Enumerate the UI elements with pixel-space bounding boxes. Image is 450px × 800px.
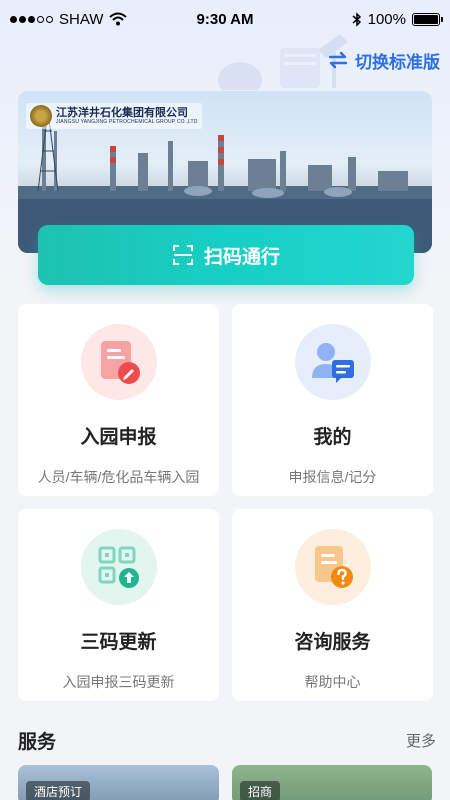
company-name-cn: 江苏洋井石化集团有限公司 [56,106,188,119]
company-logo: 江苏洋井石化集团有限公司 JIANGSU YANGJING PETROCHEMI… [26,103,202,129]
help-document-icon [314,546,353,588]
card-title: 我的 [313,427,352,448]
service-tag: 酒店预订 [26,781,91,800]
card-three-code-update[interactable]: 三码更新 入园申报三码更新 [18,509,219,701]
status-right: 100% [352,10,443,28]
scan-pass-button[interactable]: 扫码通行 [38,225,414,285]
services-section-title: 服务 [18,732,57,753]
user-message-icon [311,343,354,383]
carrier-name: SHAW [59,10,104,28]
card-subtitle: 入园申报三码更新 [62,674,175,690]
services-more-link[interactable]: 更多 [406,730,436,751]
card-title: 三码更新 [80,632,157,653]
card-subtitle: 人员/车辆/危化品车辆入园 [37,469,200,485]
card-subtitle: 帮助中心 [304,674,361,690]
switch-version-label: 切换标准版 [355,52,440,72]
card-subtitle: 申报信息/记分 [288,469,377,485]
service-card-hotel-booking[interactable]: 酒店预订 [18,765,219,800]
battery-icon [412,12,443,26]
scan-pass-label: 扫码通行 [203,246,280,268]
card-icon-bg [294,529,371,605]
status-left: SHAW [10,10,128,28]
service-tag: 招商 [240,781,281,800]
battery-percent: 100% [367,10,406,28]
card-title: 入园申报 [80,427,157,448]
card-icon-bg [294,324,371,400]
qrcode-upload-icon [98,546,139,588]
document-edit-icon [100,341,140,384]
card-icon-bg [80,529,157,605]
card-consulting-service[interactable]: 咨询服务 帮助中心 [232,509,433,701]
card-park-entry-application[interactable]: 入园申报 人员/车辆/危化品车辆入园 [18,304,219,496]
card-icon-bg [80,324,157,400]
service-card-investment[interactable]: 招商 [232,765,432,800]
switch-standard-version-button[interactable]: 切换标准版 [327,46,440,74]
wifi-icon [109,12,128,26]
card-my-profile[interactable]: 我的 申报信息/记分 [232,304,433,496]
switch-arrows-icon [328,51,348,69]
scan-frame-icon [172,245,193,265]
signal-strength-icon [10,15,53,23]
card-title: 咨询服务 [294,632,371,653]
company-name-en: JIANGSU YANGJING PETROCHEMICAL GROUP CO.… [56,118,198,125]
bluetooth-icon [352,11,361,27]
company-logo-mark-icon [30,105,52,127]
